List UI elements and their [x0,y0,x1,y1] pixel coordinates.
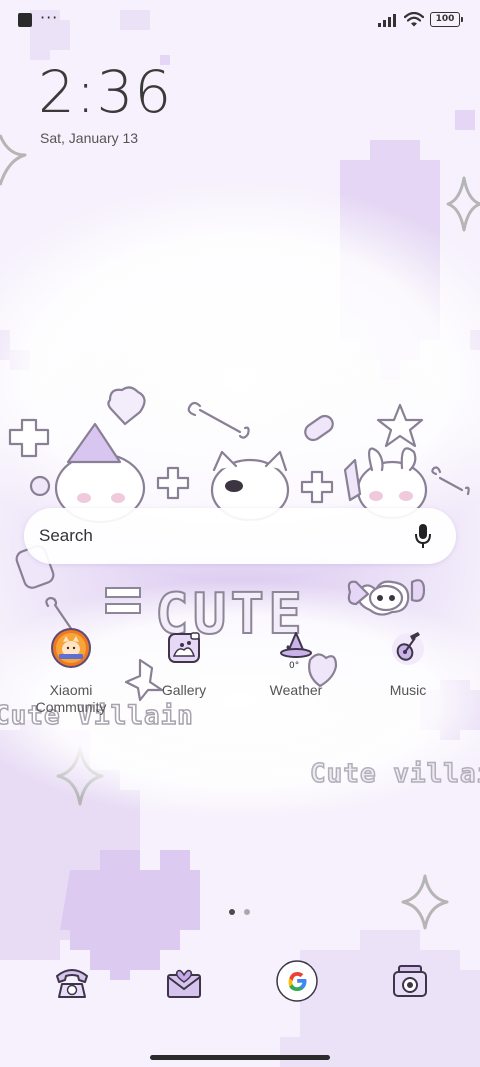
weather-witch-hat-icon: 0° [276,628,316,671]
telephone-icon[interactable] [52,962,92,1002]
xiaomi-community-icon [51,628,91,668]
app-label: Weather [269,682,323,698]
clock-time[interactable]: 2:36 [38,58,172,126]
status-right: 100 [378,12,463,27]
app-gallery[interactable]: Gallery [128,628,240,699]
search-placeholder: Search [39,526,93,545]
app-label: Music [389,682,427,698]
clock-date[interactable]: Sat, January 13 [40,130,138,146]
svg-text:Cute villain: Cute villain [310,759,480,789]
page-indicator[interactable] [229,909,250,915]
app-xiaomi-community[interactable]: Xiaomi Community [15,628,127,716]
envelope-heart-icon[interactable] [164,962,204,1002]
camera-icon[interactable] [390,962,430,1002]
more-dots-icon: ··· [40,8,59,27]
home-indicator[interactable] [150,1055,330,1060]
guitar-icon [388,628,428,668]
search-bar[interactable]: Search [24,508,456,564]
app-label: Gallery [161,682,207,698]
gallery-icon [164,628,204,668]
signal-bars-icon [378,13,396,27]
microphone-icon[interactable] [414,523,432,549]
page-dot-active [229,909,235,915]
wifi-icon [404,12,424,27]
status-bar: ··· 100 [0,0,480,40]
battery-icon: 100 [430,12,463,27]
app-notification-icon [18,13,32,27]
app-weather[interactable]: 0° Weather [240,628,352,699]
svg-text:0°: 0° [289,661,299,668]
google-g-icon[interactable] [276,960,318,1002]
app-music[interactable]: Music [352,628,464,699]
page-dot [244,909,250,915]
app-label: Xiaomi Community [35,682,107,715]
